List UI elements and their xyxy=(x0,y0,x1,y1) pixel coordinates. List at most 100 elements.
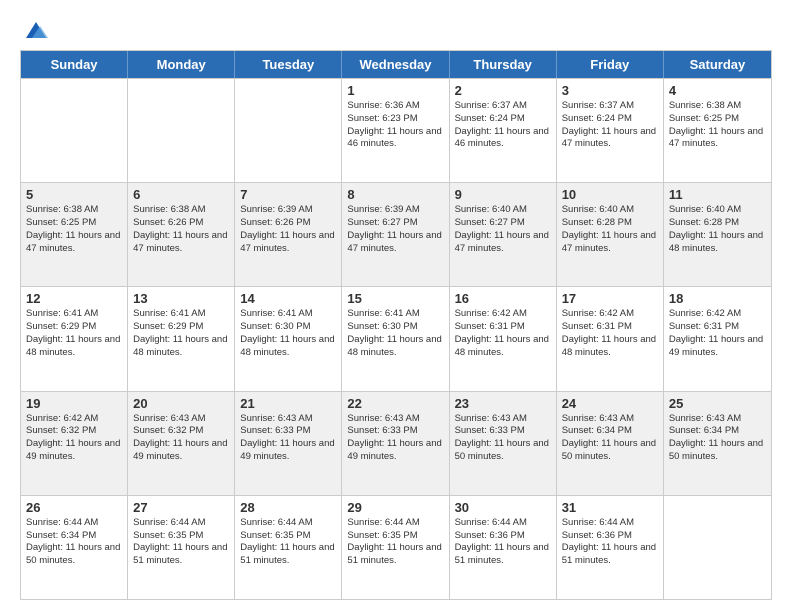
day-number: 19 xyxy=(26,396,122,411)
calendar-cell: 3Sunrise: 6:37 AM Sunset: 6:24 PM Daylig… xyxy=(557,79,664,182)
day-number: 13 xyxy=(133,291,229,306)
weekday-header: Monday xyxy=(128,51,235,78)
day-number: 9 xyxy=(455,187,551,202)
day-info: Sunrise: 6:44 AM Sunset: 6:36 PM Dayligh… xyxy=(455,517,551,568)
calendar-row: 12 Sunrise: 6:41 AM Sunset: 6:29 PM Dayli… xyxy=(21,286,771,390)
calendar-row: 26 Sunrise: 6:44 AM Sunset: 6:34 PM Dayli… xyxy=(21,495,771,599)
day-info: Sunrise: 6:38 AM Sunset: 6:26 PM Dayligh… xyxy=(133,204,229,255)
day-number: 30 xyxy=(455,500,551,515)
calendar: SundayMondayTuesdayWednesdayThursdayFrid… xyxy=(20,50,772,600)
calendar-row: 5 Sunrise: 6:38 AM Sunset: 6:25 PM Daylig… xyxy=(21,182,771,286)
day-number: 6 xyxy=(133,187,229,202)
day-number: 12 xyxy=(26,291,122,306)
day-info: Sunrise: 6:38 AM Sunset: 6:25 PM Dayligh… xyxy=(669,100,766,151)
day-info: Sunrise: 6:38 AM Sunset: 6:25 PM Dayligh… xyxy=(26,204,122,255)
weekday-header: Tuesday xyxy=(235,51,342,78)
calendar-cell: 14Sunrise: 6:41 AM Sunset: 6:30 PM Dayli… xyxy=(235,287,342,390)
day-number: 11 xyxy=(669,187,766,202)
calendar-cell: 29 Sunrise: 6:44 AM Sunset: 6:35 PM Dayli… xyxy=(342,496,449,599)
day-info: Sunrise: 6:39 AM Sunset: 6:26 PM Dayligh… xyxy=(240,204,336,255)
logo-icon xyxy=(22,16,50,44)
day-number: 24 xyxy=(562,396,658,411)
calendar-cell xyxy=(664,496,771,599)
day-info: Sunrise: 6:37 AM Sunset: 6:24 PM Dayligh… xyxy=(562,100,658,151)
day-number: 5 xyxy=(26,187,122,202)
day-info: Sunrise: 6:37 AM Sunset: 6:24 PM Dayligh… xyxy=(455,100,551,151)
calendar-row: 19 Sunrise: 6:42 AM Sunset: 6:32 PM Dayli… xyxy=(21,391,771,495)
day-number: 25 xyxy=(669,396,766,411)
calendar-cell: 13 Sunrise: 6:41 AM Sunset: 6:29 PM Dayli… xyxy=(128,287,235,390)
page: SundayMondayTuesdayWednesdayThursdayFrid… xyxy=(0,0,792,612)
day-info: Sunrise: 6:44 AM Sunset: 6:35 PM Dayligh… xyxy=(133,517,229,568)
day-number: 23 xyxy=(455,396,551,411)
calendar-cell: 18 Sunrise: 6:42 AM Sunset: 6:31 PM Dayli… xyxy=(664,287,771,390)
calendar-cell: 22 Sunrise: 6:43 AM Sunset: 6:33 PM Dayli… xyxy=(342,392,449,495)
day-number: 14 xyxy=(240,291,336,306)
day-info: Sunrise: 6:43 AM Sunset: 6:34 PM Dayligh… xyxy=(562,413,658,464)
day-number: 1 xyxy=(347,83,443,98)
calendar-cell: 2 Sunrise: 6:37 AM Sunset: 6:24 PM Daylig… xyxy=(450,79,557,182)
calendar-cell: 25 Sunrise: 6:43 AM Sunset: 6:34 PM Dayli… xyxy=(664,392,771,495)
day-number: 8 xyxy=(347,187,443,202)
weekday-header: Sunday xyxy=(21,51,128,78)
day-info: Sunrise: 6:44 AM Sunset: 6:34 PM Dayligh… xyxy=(26,517,122,568)
day-info: Sunrise: 6:44 AM Sunset: 6:35 PM Dayligh… xyxy=(347,517,443,568)
calendar-cell: 30 Sunrise: 6:44 AM Sunset: 6:36 PM Dayli… xyxy=(450,496,557,599)
day-number: 17 xyxy=(562,291,658,306)
calendar-row: 1 Sunrise: 6:36 AM Sunset: 6:23 PM Daylig… xyxy=(21,78,771,182)
day-number: 27 xyxy=(133,500,229,515)
calendar-header: SundayMondayTuesdayWednesdayThursdayFrid… xyxy=(21,51,771,78)
calendar-cell: 20 Sunrise: 6:43 AM Sunset: 6:32 PM Dayli… xyxy=(128,392,235,495)
calendar-cell: 4 Sunrise: 6:38 AM Sunset: 6:25 PM Daylig… xyxy=(664,79,771,182)
calendar-cell: 26 Sunrise: 6:44 AM Sunset: 6:34 PM Dayli… xyxy=(21,496,128,599)
day-number: 16 xyxy=(455,291,551,306)
day-info: Sunrise: 6:40 AM Sunset: 6:28 PM Dayligh… xyxy=(669,204,766,255)
calendar-cell: 19 Sunrise: 6:42 AM Sunset: 6:32 PM Dayli… xyxy=(21,392,128,495)
calendar-cell: 27 Sunrise: 6:44 AM Sunset: 6:35 PM Dayli… xyxy=(128,496,235,599)
day-info: Sunrise: 6:42 AM Sunset: 6:31 PM Dayligh… xyxy=(669,308,766,359)
day-info: Sunrise: 6:43 AM Sunset: 6:33 PM Dayligh… xyxy=(347,413,443,464)
calendar-cell xyxy=(128,79,235,182)
calendar-cell: 11 Sunrise: 6:40 AM Sunset: 6:28 PM Dayli… xyxy=(664,183,771,286)
day-info: Sunrise: 6:36 AM Sunset: 6:23 PM Dayligh… xyxy=(347,100,443,151)
day-number: 29 xyxy=(347,500,443,515)
day-info: Sunrise: 6:41 AM Sunset: 6:29 PM Dayligh… xyxy=(133,308,229,359)
weekday-header: Wednesday xyxy=(342,51,449,78)
day-info: Sunrise: 6:43 AM Sunset: 6:34 PM Dayligh… xyxy=(669,413,766,464)
day-number: 26 xyxy=(26,500,122,515)
day-number: 18 xyxy=(669,291,766,306)
day-info: Sunrise: 6:44 AM Sunset: 6:35 PM Dayligh… xyxy=(240,517,336,568)
calendar-cell: 23Sunrise: 6:43 AM Sunset: 6:33 PM Dayli… xyxy=(450,392,557,495)
calendar-cell: 1 Sunrise: 6:36 AM Sunset: 6:23 PM Daylig… xyxy=(342,79,449,182)
day-number: 20 xyxy=(133,396,229,411)
day-info: Sunrise: 6:42 AM Sunset: 6:31 PM Dayligh… xyxy=(562,308,658,359)
day-number: 31 xyxy=(562,500,658,515)
day-number: 15 xyxy=(347,291,443,306)
calendar-cell: 16 Sunrise: 6:42 AM Sunset: 6:31 PM Dayli… xyxy=(450,287,557,390)
calendar-cell: 15 Sunrise: 6:41 AM Sunset: 6:30 PM Dayli… xyxy=(342,287,449,390)
calendar-cell: 31Sunrise: 6:44 AM Sunset: 6:36 PM Dayli… xyxy=(557,496,664,599)
day-number: 4 xyxy=(669,83,766,98)
calendar-cell xyxy=(235,79,342,182)
day-info: Sunrise: 6:41 AM Sunset: 6:29 PM Dayligh… xyxy=(26,308,122,359)
weekday-header: Saturday xyxy=(664,51,771,78)
day-info: Sunrise: 6:42 AM Sunset: 6:31 PM Dayligh… xyxy=(455,308,551,359)
calendar-cell: 8 Sunrise: 6:39 AM Sunset: 6:27 PM Daylig… xyxy=(342,183,449,286)
day-info: Sunrise: 6:42 AM Sunset: 6:32 PM Dayligh… xyxy=(26,413,122,464)
header xyxy=(20,16,772,40)
weekday-header: Friday xyxy=(557,51,664,78)
calendar-cell: 6 Sunrise: 6:38 AM Sunset: 6:26 PM Daylig… xyxy=(128,183,235,286)
day-info: Sunrise: 6:41 AM Sunset: 6:30 PM Dayligh… xyxy=(347,308,443,359)
day-number: 22 xyxy=(347,396,443,411)
day-number: 28 xyxy=(240,500,336,515)
day-info: Sunrise: 6:40 AM Sunset: 6:28 PM Dayligh… xyxy=(562,204,658,255)
calendar-cell: 17 Sunrise: 6:42 AM Sunset: 6:31 PM Dayli… xyxy=(557,287,664,390)
day-info: Sunrise: 6:43 AM Sunset: 6:32 PM Dayligh… xyxy=(133,413,229,464)
day-info: Sunrise: 6:39 AM Sunset: 6:27 PM Dayligh… xyxy=(347,204,443,255)
day-info: Sunrise: 6:40 AM Sunset: 6:27 PM Dayligh… xyxy=(455,204,551,255)
calendar-cell: 28 Sunrise: 6:44 AM Sunset: 6:35 PM Dayli… xyxy=(235,496,342,599)
calendar-cell xyxy=(21,79,128,182)
day-number: 2 xyxy=(455,83,551,98)
day-number: 7 xyxy=(240,187,336,202)
day-number: 10 xyxy=(562,187,658,202)
